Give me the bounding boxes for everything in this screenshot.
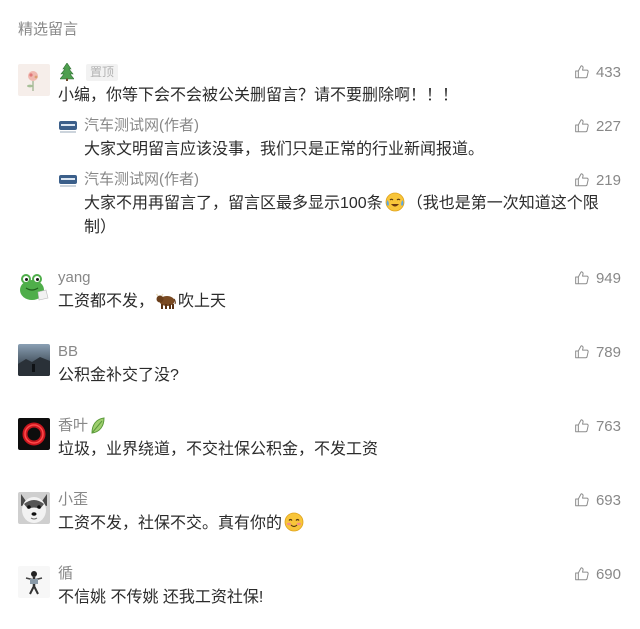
like-count: 690 [595, 565, 621, 583]
leaf-icon [90, 417, 106, 435]
like-count: 227 [595, 117, 621, 135]
comment-text-part: 吹上天 [178, 293, 227, 310]
comment-list: 置顶 433 小编，你等下会不会被公关删留言？请不要删除啊！！！ 汽车测试网(作… [18, 60, 621, 610]
user-avatar [18, 418, 50, 450]
comment-header: BB 789 [58, 340, 621, 364]
user-avatar [18, 64, 50, 96]
like-count: 789 [595, 343, 621, 361]
author-reply: 汽车测试网(作者) 227 大家文明留言应该没事，我们只是正常的行业新闻报道。 [58, 114, 621, 162]
like-count: 949 [595, 269, 621, 287]
thumbs-up-icon [574, 418, 590, 434]
user-name: 循 [58, 565, 74, 582]
comment-item: yang 949 工资都不发， 吹上天 [18, 266, 621, 314]
bull-emoji-icon [156, 292, 176, 310]
reply-text: 大家文明留言应该没事，我们只是正常的行业新闻报道。 [84, 141, 485, 158]
user-name: yang [58, 269, 91, 286]
reply-header: 汽车测试网(作者) 219 [58, 168, 621, 192]
comment-body: 香叶 763 垃圾，业界绕道，不交社保公积金，不发工资 [58, 414, 621, 462]
like-button[interactable]: 693 [574, 492, 621, 509]
comment-header: 循 690 [58, 562, 621, 586]
like-count: 433 [595, 63, 621, 81]
like-button[interactable]: 789 [574, 344, 621, 361]
evergreen-tree-icon [60, 63, 74, 81]
reply-author-name: 汽车测试网(作者) [84, 117, 199, 134]
user-avatar [18, 344, 50, 376]
comment-text: 公积金补交了没? [58, 367, 179, 384]
crying-face-emoji-icon [385, 192, 405, 212]
comment-body: BB 789 公积金补交了没? [58, 340, 621, 388]
like-count: 763 [595, 417, 621, 435]
comment-item: BB 789 公积金补交了没? [18, 340, 621, 388]
user-name: 小歪 [58, 491, 89, 508]
comment-body: 小歪 693 工资不发，社保不交。真有你的 [58, 488, 621, 536]
like-button[interactable]: 227 [574, 118, 621, 135]
comment-text-part: 工资都不发， [58, 293, 155, 310]
reply-header: 汽车测试网(作者) 227 [58, 114, 621, 138]
thumbs-up-icon [574, 492, 590, 508]
thumbs-up-icon [574, 344, 590, 360]
comment-body: 置顶 433 小编，你等下会不会被公关删留言？请不要删除啊！！！ 汽车测试网(作… [58, 60, 621, 240]
comment-body: yang 949 工资都不发， 吹上天 [58, 266, 621, 314]
comment-text: 不信姚 不传姚 还我工资社保! [58, 589, 264, 606]
like-button[interactable]: 690 [574, 566, 621, 583]
user-name: BB [58, 343, 79, 360]
comment-text: 小编，你等下会不会被公关删留言？请不要删除啊！！！ [58, 87, 459, 104]
comment-text: 垃圾，业界绕道，不交社保公积金，不发工资 [58, 441, 379, 458]
user-avatar [18, 270, 50, 302]
thumbs-up-icon [574, 64, 590, 80]
comment-text-part: 工资不发，社保不交。真有你的 [58, 515, 283, 532]
thumbs-up-icon [574, 566, 590, 582]
section-title: 精选留言 [18, 21, 79, 38]
user-name: 香叶 [58, 417, 89, 434]
thumbs-up-icon [574, 118, 590, 134]
comment-item: 香叶 763 垃圾，业界绕道，不交社保公积金，不发工资 [18, 414, 621, 462]
like-count: 693 [595, 491, 621, 509]
author-logo-avatar [58, 170, 78, 190]
pinned-badge: 置顶 [86, 63, 119, 81]
comment-body: 循 690 不信姚 不传姚 还我工资社保! [58, 562, 621, 610]
like-button[interactable]: 763 [574, 418, 621, 435]
reply-author-name: 汽车测试网(作者) [84, 171, 199, 188]
author-reply: 汽车测试网(作者) 219 大家不用再留言了，留言区最多显示100条 （我也是第… [58, 168, 621, 240]
comment-header: 香叶 763 [58, 414, 621, 438]
comment-text: 工资不发，社保不交。真有你的 [58, 512, 621, 536]
comment-item: 循 690 不信姚 不传姚 还我工资社保! [18, 562, 621, 610]
like-count: 219 [595, 171, 621, 189]
reply-text: 大家不用再留言了，留言区最多显示100条 （我也是第一次知道这个限制） [58, 192, 621, 240]
thumbs-up-icon [574, 172, 590, 188]
like-button[interactable]: 219 [574, 172, 621, 189]
like-button[interactable]: 433 [574, 64, 621, 81]
thumbs-up-icon [574, 270, 590, 286]
comment-header: yang 949 [58, 266, 621, 290]
comment-item: 置顶 433 小编，你等下会不会被公关删留言？请不要删除啊！！！ 汽车测试网(作… [18, 60, 621, 240]
smiling-blush-emoji-icon [284, 512, 304, 532]
reply-text-part: 大家不用再留言了，留言区最多显示100条 [84, 195, 383, 212]
comment-header: 小歪 693 [58, 488, 621, 512]
comment-item: 小歪 693 工资不发，社保不交。真有你的 [18, 488, 621, 536]
author-logo-avatar [58, 116, 78, 136]
like-button[interactable]: 949 [574, 270, 621, 287]
comment-text: 工资都不发， 吹上天 [58, 290, 621, 314]
user-avatar [18, 492, 50, 524]
user-avatar [18, 566, 50, 598]
comment-header: 置顶 433 [58, 60, 621, 84]
